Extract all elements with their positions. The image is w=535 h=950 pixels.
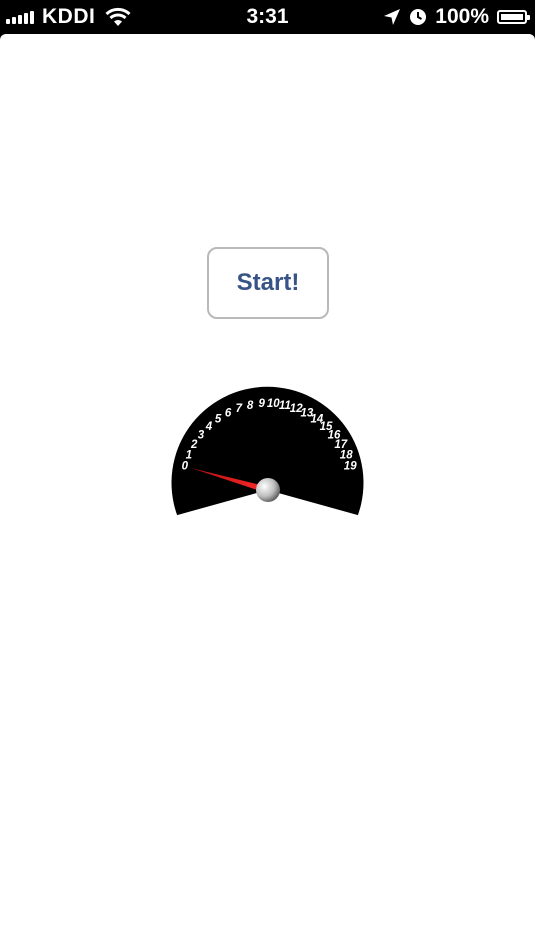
status-bar: KDDI 3:31 100% [0, 0, 535, 34]
battery-charging-icon [497, 10, 530, 24]
gauge-tick-label: 1 [186, 449, 192, 461]
gauge-tick-label: 9 [258, 398, 265, 410]
speedometer-gauge: 012345 6 7 8 9 10 111213141516171819 [171, 386, 364, 516]
gauge-tick-label: 7 [236, 403, 243, 415]
gauge-tick-label: 5 [215, 414, 222, 426]
gauge-tick-label: 8 [247, 400, 254, 412]
app-screen: Start! 0 1 2 3 4 5 6 7 8 9 10 11 12 13 14 15 16 17 18 19 [0, 34, 535, 950]
start-button[interactable]: Start! [207, 247, 329, 319]
gauge-tick-label: 19 [344, 460, 357, 472]
gauge-tick-label: 2 [190, 439, 198, 451]
status-right: 100% [375, 5, 530, 28]
location-arrow-icon [384, 9, 401, 25]
gauge-tick-label: 3 [198, 429, 205, 441]
alarm-clock-icon [410, 9, 427, 25]
gauge-tick-label: 4 [205, 421, 213, 433]
battery-percent: 100% [435, 5, 489, 28]
gauge-tick-label: 0 [182, 460, 189, 472]
gauge-tick-label: 6 [225, 408, 232, 420]
gauge-hub [256, 478, 280, 502]
